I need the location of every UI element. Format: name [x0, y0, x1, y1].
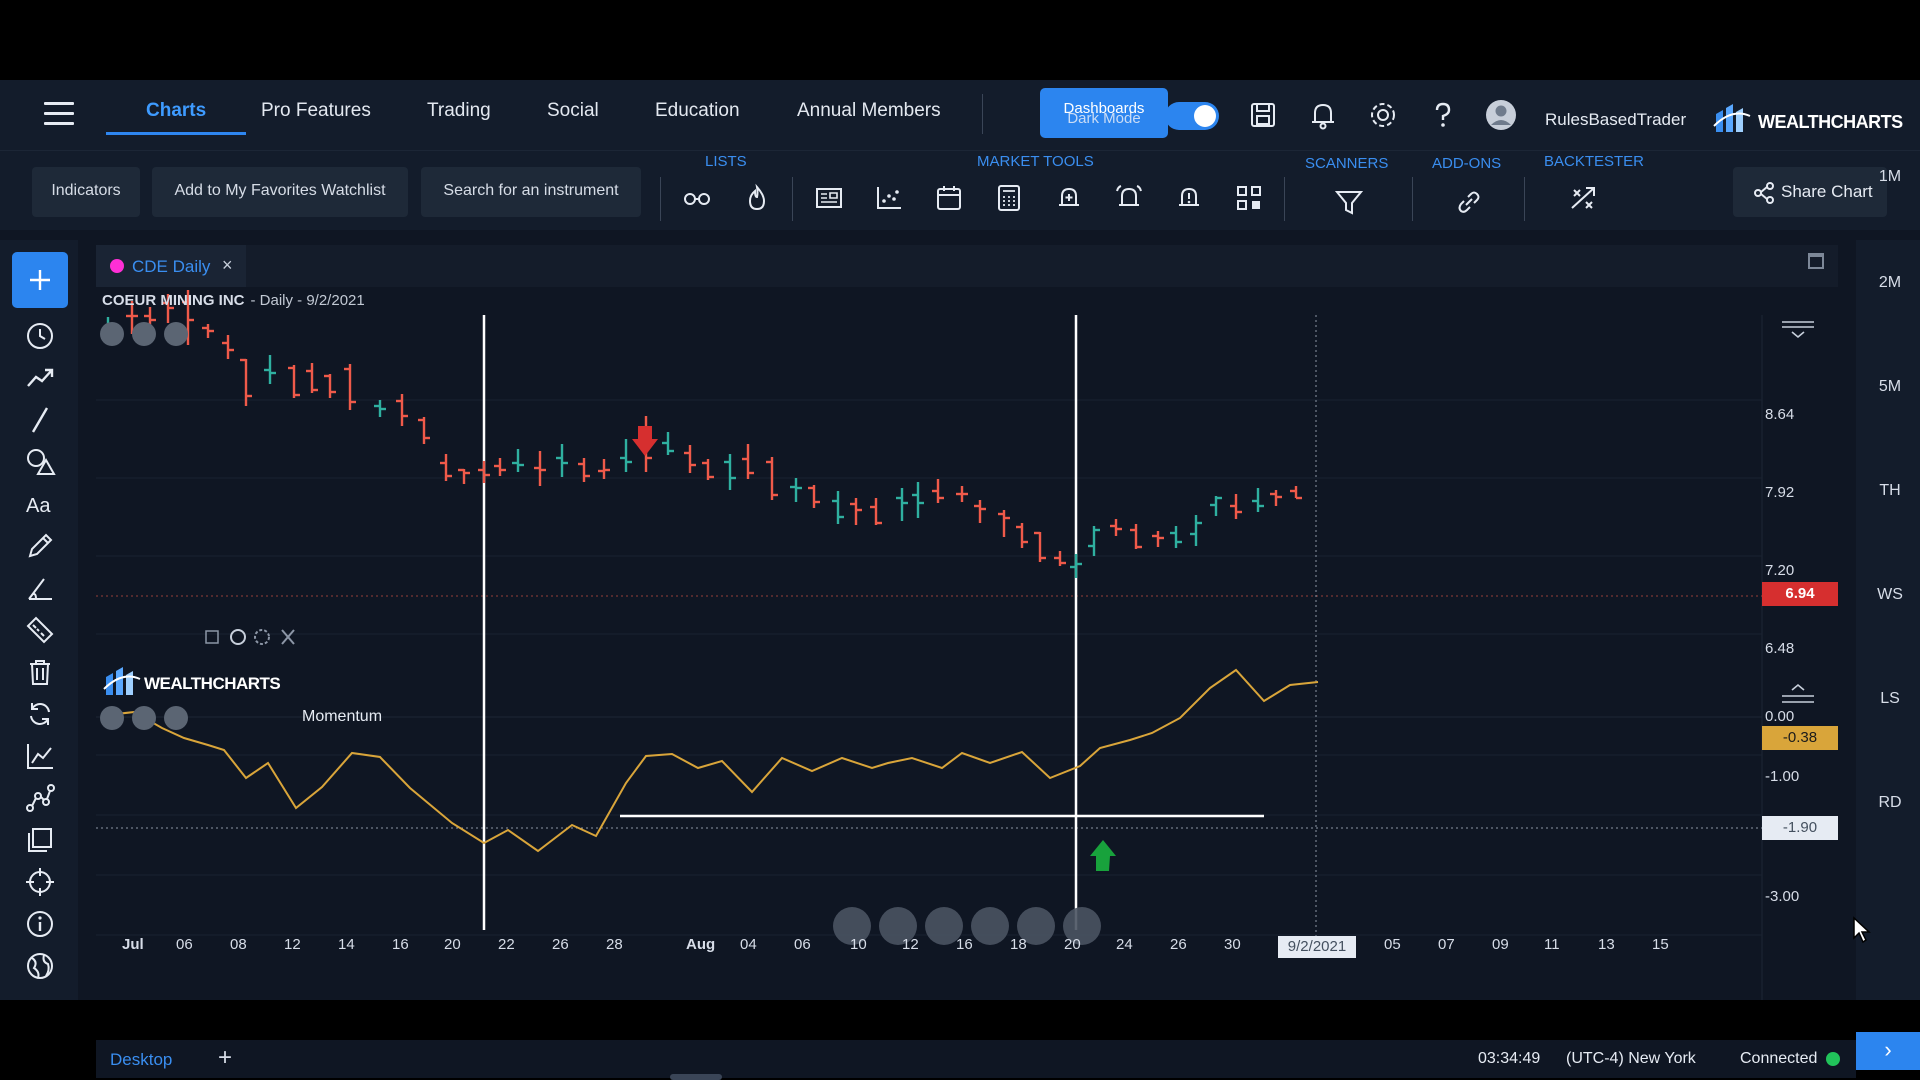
x-tick-label: 12	[902, 936, 919, 953]
x-tick-label: 14	[338, 936, 355, 953]
x-tick-label: 20	[444, 936, 461, 953]
x-tick-label: 20	[1064, 936, 1081, 953]
workspace-tab-desktop[interactable]: Desktop	[110, 1050, 172, 1070]
price-tick: 7.20	[1765, 562, 1795, 579]
last-price-tag: 6.94	[1762, 582, 1838, 606]
app-window: Charts Pro Features Trading Social Educa…	[0, 80, 1920, 1080]
timeframe-bar	[1856, 240, 1920, 1000]
price-tick: 8.64	[1765, 406, 1795, 423]
crosshair-value-tag: -1.90	[1762, 816, 1838, 840]
move-down-icon	[132, 706, 156, 730]
plot-area	[96, 315, 1762, 1000]
add-workspace-button[interactable]: +	[218, 1044, 232, 1072]
timeframe-2m[interactable]: 2M	[1870, 274, 1910, 292]
momentum-value-tag: -0.38	[1762, 726, 1838, 750]
momentum-tick: 0.00	[1765, 708, 1795, 725]
timeframe-1m[interactable]: 1M	[1870, 168, 1910, 186]
collapse-icon	[100, 706, 124, 730]
x-tick-label: 10	[850, 936, 867, 953]
x-tick-label: 22	[498, 936, 515, 953]
horizontal-scrollbar[interactable]	[670, 1074, 722, 1080]
x-tick-label: 15	[1652, 936, 1669, 953]
chart-subtitle: - Daily - 9/2/2021	[250, 292, 365, 309]
x-tick-label: 13	[1598, 936, 1615, 953]
clock: 03:34:49	[1478, 1050, 1541, 1067]
chart-svg	[96, 290, 1814, 1000]
x-tick-label: 26	[1170, 936, 1187, 953]
x-tick-label: 16	[956, 936, 973, 953]
x-tick-label: 04	[740, 936, 757, 953]
momentum-indicator-label: Momentum	[302, 708, 383, 725]
move-down-icon	[132, 322, 156, 346]
x-tick-label: 09	[1492, 936, 1509, 953]
x-tick-label: 18	[1010, 936, 1027, 953]
move-up-icon	[164, 706, 188, 730]
x-tick-label: 05	[1384, 936, 1401, 953]
timeframe-ws[interactable]: WS	[1870, 586, 1910, 604]
x-tick-label: 06	[794, 936, 811, 953]
chart-title: COEUR MINING INC - Daily - 9/2/2021	[102, 292, 365, 309]
x-tick-label: 07	[1438, 936, 1455, 953]
timeframe-5m[interactable]: 5M	[1870, 378, 1910, 396]
x-tick-label: Jul	[122, 936, 144, 953]
x-tick-label: 28	[606, 936, 623, 953]
x-tick-label: 11	[1544, 936, 1560, 953]
zoom-in-icon	[971, 907, 1009, 945]
scale-handle-icon	[1782, 683, 1814, 703]
timeframe-rd[interactable]: RD	[1870, 794, 1910, 812]
x-tick-label: 16	[392, 936, 409, 953]
price-tick: 7.92	[1765, 484, 1795, 501]
watermark-text: WEALTHCHARTS	[144, 674, 281, 693]
x-tick-label: 30	[1224, 936, 1241, 953]
x-tick-label: 26	[552, 936, 569, 953]
company-name: COEUR MINING INC	[102, 292, 245, 309]
momentum-tick: -3.00	[1765, 888, 1800, 905]
watermark-logo-icon	[103, 667, 141, 695]
crosshair-date-tag: 9/2/2021	[1278, 936, 1356, 958]
x-tick-label: 08	[230, 936, 247, 953]
x-tick-label: 12	[284, 936, 301, 953]
expand-panel-button[interactable]: ›	[1856, 1032, 1920, 1070]
x-tick-label: 06	[176, 936, 193, 953]
connection-status: Connected	[1740, 1050, 1818, 1067]
move-up-icon	[164, 322, 188, 346]
x-tick-label: 24	[1116, 936, 1133, 953]
connection-dot	[1826, 1052, 1840, 1066]
timeframe-th[interactable]: TH	[1870, 482, 1910, 500]
x-tick-label: Aug	[686, 936, 716, 953]
price-tick: 6.48	[1765, 640, 1795, 657]
scale-handle-icon	[1782, 321, 1814, 339]
timeframe-ls[interactable]: LS	[1870, 690, 1910, 708]
mouse-cursor-icon	[1853, 916, 1871, 944]
timezone[interactable]: (UTC-4) New York	[1566, 1050, 1696, 1068]
collapse-icon	[100, 322, 124, 346]
momentum-tick: -1.00	[1765, 768, 1800, 785]
